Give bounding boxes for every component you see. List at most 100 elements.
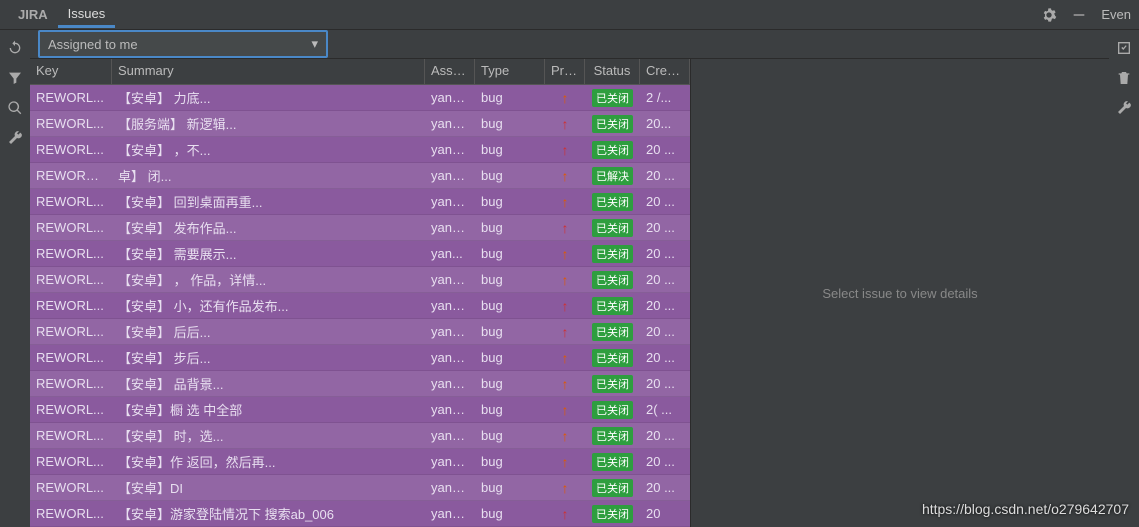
status-badge: 已关闭 xyxy=(592,427,633,445)
details-pane: Select issue to view details xyxy=(690,59,1109,527)
cell-priority: ↑ xyxy=(545,350,585,366)
check-icon[interactable] xyxy=(1116,40,1132,56)
table-row[interactable]: REWORL...【安卓】 ， 作品，详情...yang...bug↑已关闭20… xyxy=(30,267,690,293)
cell-type: bug xyxy=(475,272,545,287)
cell-summary: 【安卓】游家登陆情况下 搜索ab_006 xyxy=(112,504,425,523)
cell-status: 已关闭 xyxy=(585,323,640,341)
cell-created: 20 ... xyxy=(640,220,690,235)
table-row[interactable]: REWORL...【安卓】 力底...yang...bug↑已关闭2 /... xyxy=(30,85,690,111)
col-key[interactable]: Key xyxy=(30,59,112,84)
cell-created: 20 ... xyxy=(640,246,690,261)
status-badge: 已关闭 xyxy=(592,115,633,133)
cell-key: REWORL... xyxy=(30,324,112,339)
priority-arrow-icon: ↑ xyxy=(562,142,569,158)
cell-key: REWORL... xyxy=(30,480,112,495)
cell-summary: 【安卓】作 返回，然后再... xyxy=(112,452,425,471)
table-row[interactable]: REWORL...【安卓】 后后...yang...bug↑已关闭20 ... xyxy=(30,319,690,345)
cell-key: REWORL... xyxy=(30,454,112,469)
cell-status: 已关闭 xyxy=(585,375,640,393)
cell-created: 20 ... xyxy=(640,194,690,209)
cell-assignee: yang... xyxy=(425,324,475,339)
cell-priority: ↑ xyxy=(545,324,585,340)
table-header: Key Summary Assig... Type Prior... Statu… xyxy=(30,59,690,85)
col-created[interactable]: Creat... xyxy=(640,59,690,84)
priority-arrow-icon: ↑ xyxy=(562,168,569,184)
wrench-icon[interactable] xyxy=(7,130,23,146)
priority-arrow-icon: ↑ xyxy=(562,90,569,106)
table-row[interactable]: REWORL...【安卓】 发布作品...yang... bug↑已关闭20 .… xyxy=(30,215,690,241)
right-toolbar xyxy=(1109,30,1139,523)
cell-status: 已关闭 xyxy=(585,89,640,107)
col-summary[interactable]: Summary xyxy=(112,59,425,84)
filter-dropdown[interactable]: Assigned to me ▾ xyxy=(38,30,328,58)
cell-type: bug xyxy=(475,90,545,105)
cell-summary: 【安卓】 小，还有作品发布... xyxy=(112,296,425,315)
cell-summary: 【服务端】 新逻辑... xyxy=(112,114,425,133)
table-row[interactable]: REWORL...【安卓】 小，还有作品发布...yang...bug↑已关闭2… xyxy=(30,293,690,319)
cell-summary: 【安卓】 发布作品... xyxy=(112,218,425,237)
cell-summary: 【安卓】 品背景... xyxy=(112,374,425,393)
table-row[interactable]: REWORL...【安卓】橱 选 中全部yang...bug↑已关闭2( ... xyxy=(30,397,690,423)
cell-type: bug xyxy=(475,246,545,261)
minimize-icon[interactable] xyxy=(1071,7,1087,23)
table-row[interactable]: REWORL...【安卓】 时，选...yang...bug↑已关闭20 ... xyxy=(30,423,690,449)
wrench-right-icon[interactable] xyxy=(1116,100,1132,116)
status-badge: 已关闭 xyxy=(592,89,633,107)
col-priority[interactable]: Prior... xyxy=(545,59,585,84)
filter-bar: Assigned to me ▾ xyxy=(30,30,1109,58)
priority-arrow-icon: ↑ xyxy=(562,428,569,444)
table-row[interactable]: REWORL...【安卓】DI yang...bug↑已关闭20 ... xyxy=(30,475,690,501)
cell-created: 20 ... xyxy=(640,376,690,391)
cell-type: bug xyxy=(475,298,545,313)
col-status[interactable]: Status xyxy=(585,59,640,84)
table-row[interactable]: REWORL...【安卓】游家登陆情况下 搜索ab_006yang...bug↑… xyxy=(30,501,690,527)
watermark: https://blog.csdn.net/o279642707 xyxy=(922,501,1129,517)
cell-type: bug xyxy=(475,168,545,183)
cell-status: 已解决 xyxy=(585,167,640,185)
tab-issues[interactable]: Issues xyxy=(58,2,116,28)
col-type[interactable]: Type xyxy=(475,59,545,84)
cell-key: REWORL... xyxy=(30,506,112,521)
cell-type: bug xyxy=(475,506,545,521)
cell-created: 20 ... xyxy=(640,168,690,183)
filter-icon[interactable] xyxy=(7,70,23,86)
cell-status: 已关闭 xyxy=(585,453,640,471)
priority-arrow-icon: ↑ xyxy=(562,116,569,132)
status-badge: 已关闭 xyxy=(592,375,633,393)
cell-summary: 【安卓】 步后... xyxy=(112,348,425,367)
table-row[interactable]: REWORL...【安卓】 步后...yang...bug↑已关闭20 ... xyxy=(30,345,690,371)
tab-jira[interactable]: JIRA xyxy=(8,3,58,26)
cell-key: REWORL... xyxy=(30,350,112,365)
status-badge: 已关闭 xyxy=(592,219,633,237)
status-badge: 已关闭 xyxy=(592,271,633,289)
cell-type: bug xyxy=(475,402,545,417)
table-row[interactable]: REWORL...【安卓】 回到桌面再重...yang...bug↑已关闭20 … xyxy=(30,189,690,215)
table-row[interactable]: REWORL...【安卓】 品背景...yang...bug↑已关闭20 ... xyxy=(30,371,690,397)
cell-assignee: yang... xyxy=(425,90,475,105)
table-row[interactable]: REWORLD-2288 卓】 闭...yang...bug↑已解决20 ... xyxy=(30,163,690,189)
status-badge: 已关闭 xyxy=(592,349,633,367)
cell-status: 已关闭 xyxy=(585,271,640,289)
cell-type: bug xyxy=(475,116,545,131)
priority-arrow-icon: ↑ xyxy=(562,246,569,262)
col-assignee[interactable]: Assig... xyxy=(425,59,475,84)
cell-key: REWORLD-2288 xyxy=(30,168,112,183)
priority-arrow-icon: ↑ xyxy=(562,402,569,418)
cell-type: bug xyxy=(475,350,545,365)
table-row[interactable]: REWORL...【服务端】 新逻辑...yang...bug↑已关闭20... xyxy=(30,111,690,137)
trash-icon[interactable] xyxy=(1116,70,1132,86)
table-row[interactable]: REWORL...【安卓】 需要展示...yan...bug↑已关闭20 ... xyxy=(30,241,690,267)
cell-type: bug xyxy=(475,194,545,209)
cell-summary: 【安卓】 回到桌面再重... xyxy=(112,192,425,211)
cell-assignee: yang... xyxy=(425,272,475,287)
table-row[interactable]: REWORL...【安卓】 ，不...yang...bug↑已关闭20 ... xyxy=(30,137,690,163)
cell-priority: ↑ xyxy=(545,298,585,314)
cell-created: 20 ... xyxy=(640,350,690,365)
table-row[interactable]: REWORL...【安卓】作 返回，然后再...yang...bug↑已关闭20… xyxy=(30,449,690,475)
cell-priority: ↑ xyxy=(545,194,585,210)
gear-icon[interactable] xyxy=(1041,7,1057,23)
search-icon[interactable] xyxy=(7,100,23,116)
cell-summary: 【安卓】 ， 作品，详情... xyxy=(112,270,425,289)
refresh-icon[interactable] xyxy=(7,40,23,56)
cell-assignee: yang... xyxy=(425,298,475,313)
